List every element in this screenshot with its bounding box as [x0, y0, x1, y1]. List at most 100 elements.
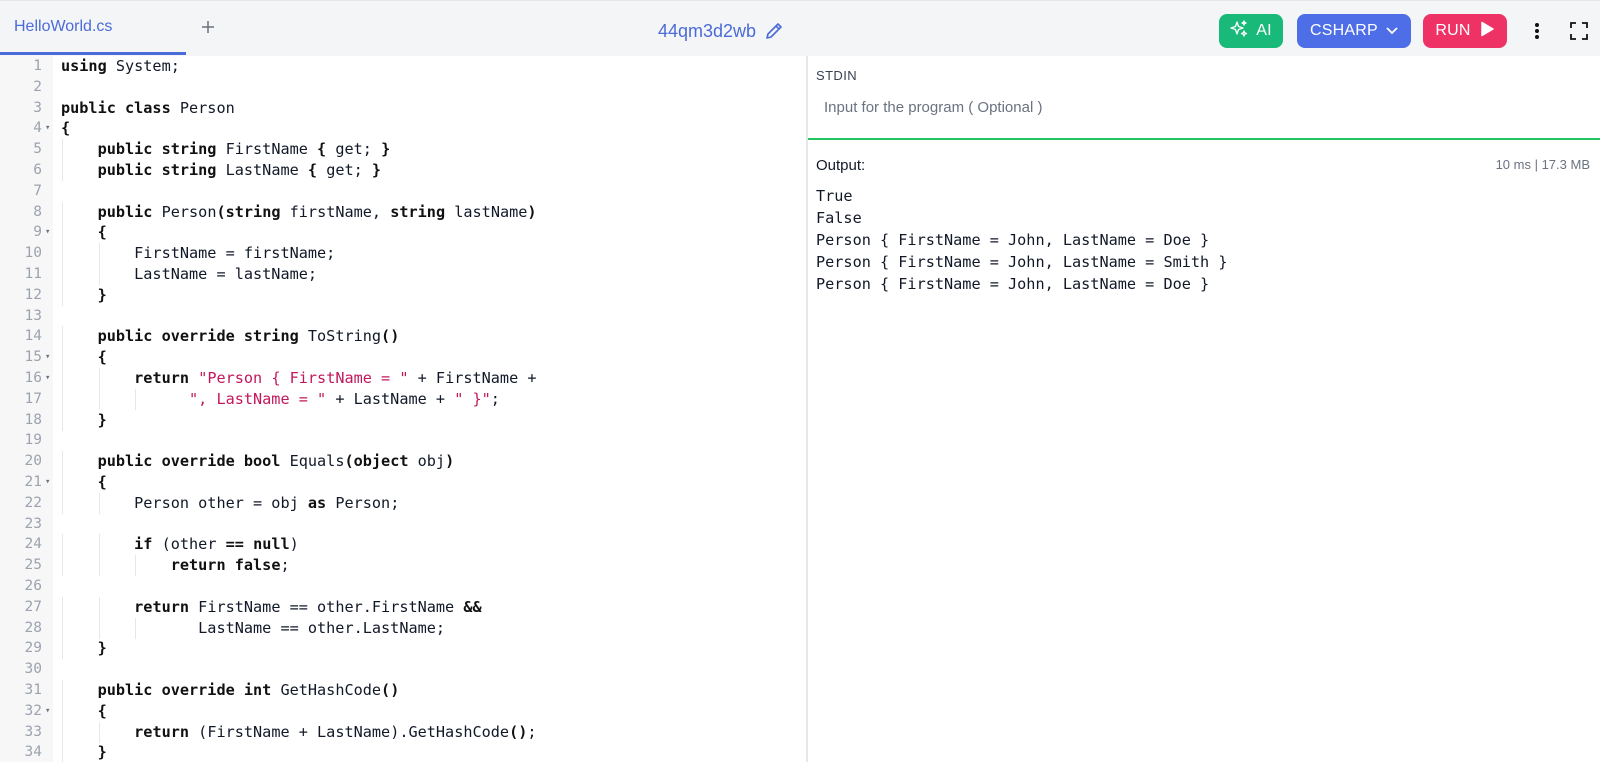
stdin-label: STDIN: [816, 68, 857, 83]
code-text: public string LastName { get; }: [61, 160, 382, 181]
output-line: Person { FirstName = John, LastName = Do…: [816, 231, 1210, 249]
code-line[interactable]: 29 }: [0, 638, 806, 660]
code-keyword: ): [445, 452, 455, 471]
output-line: False: [816, 209, 862, 227]
code-line[interactable]: 5 public string FirstName { get; }: [0, 139, 806, 161]
code-line[interactable]: 13: [0, 306, 806, 327]
code-text: }: [61, 638, 107, 659]
code-keyword: }: [381, 140, 391, 159]
code-token: (FirstName + LastName).GetHashCode: [189, 722, 510, 741]
line-number: 14: [24, 328, 42, 345]
code-line[interactable]: 34 }: [0, 742, 806, 762]
code-text: {: [61, 701, 107, 722]
code-token: ;: [490, 389, 500, 408]
fold-arrow-icon[interactable]: ▾: [45, 472, 53, 493]
code-token: GetHashCode: [271, 681, 382, 699]
code-line[interactable]: 10 FirstName = firstName;: [0, 243, 806, 265]
code-text: return "Person { FirstName = " + FirstNa…: [61, 368, 536, 389]
code-line[interactable]: 3 public class Person: [0, 98, 806, 119]
plus-icon[interactable]: [196, 15, 220, 39]
fold-arrow-icon[interactable]: ▾: [45, 701, 53, 722]
code-line[interactable]: 25 return false;: [0, 555, 806, 577]
code-token: + LastName +: [326, 389, 455, 408]
run-button[interactable]: RUN: [1423, 14, 1507, 48]
project-name[interactable]: 44qm3d2wb: [658, 21, 756, 42]
line-number: 18: [24, 411, 42, 428]
code-line[interactable]: 33 return (FirstName + LastName).GetHash…: [0, 721, 806, 743]
code-line[interactable]: 12 }: [0, 284, 806, 306]
language-select[interactable]: CSHARP: [1297, 14, 1411, 48]
code-text: }: [61, 285, 107, 306]
code-text: {: [61, 118, 70, 139]
pencil-icon[interactable]: [764, 21, 784, 41]
code-token: Person: [170, 98, 235, 117]
fold-arrow-icon[interactable]: ▾: [45, 118, 53, 139]
code-line[interactable]: 14 public override string ToString(): [0, 326, 806, 348]
code-line[interactable]: 20 public override bool Equals(object ob…: [0, 451, 806, 473]
code-text: ", LastName = " + LastName + " }";: [61, 389, 500, 410]
code-keyword: {: [317, 140, 327, 159]
code-line[interactable]: 26: [0, 576, 806, 597]
code-line[interactable]: 7: [0, 181, 806, 202]
code-line[interactable]: 8 public Person(string firstName, string…: [0, 201, 806, 223]
code-token: ): [289, 535, 299, 554]
code-line[interactable]: 9 ▾ {: [0, 222, 806, 244]
code-line[interactable]: 6 public string LastName { get; }: [0, 160, 806, 181]
project-title: 44qm3d2wb: [658, 15, 784, 47]
ai-label: AI: [1256, 22, 1272, 39]
code-line[interactable]: 4 ▾ {: [0, 118, 806, 139]
code-string: "Person { FirstName = ": [198, 369, 409, 387]
code-line[interactable]: 17 ", LastName = " + LastName + " }";: [0, 388, 806, 410]
code-area[interactable]: 1 using System; 2 3 public class Person 4 ▾{5 …: [0, 56, 806, 762]
code-line[interactable]: 23: [0, 514, 806, 535]
code-line[interactable]: 27 return FirstName == other.FirstName &…: [0, 596, 806, 618]
fold-arrow-icon[interactable]: ▾: [45, 222, 53, 243]
code-text: using System;: [61, 56, 180, 77]
code-line[interactable]: 21 ▾ {: [0, 472, 806, 493]
line-number: 19: [24, 432, 42, 449]
ai-button[interactable]: AI: [1219, 14, 1283, 48]
code-keyword: public string: [97, 161, 217, 179]
line-number: 8: [33, 203, 42, 220]
code-text: public class Person: [61, 98, 235, 119]
stdin-input[interactable]: [822, 92, 1586, 122]
language-label: CSHARP: [1310, 22, 1378, 39]
code-line[interactable]: 30: [0, 659, 806, 680]
code-line[interactable]: 19: [0, 430, 806, 451]
code-token: get;: [317, 161, 372, 179]
line-number: 2: [33, 78, 42, 95]
code-token: firstName,: [280, 202, 391, 221]
code-line[interactable]: 24 if (other == null): [0, 534, 806, 556]
code-line[interactable]: 16 ▾ return "Person { FirstName = " + Fir…: [0, 368, 806, 389]
code-line[interactable]: 18 }: [0, 409, 806, 431]
line-number: 28: [24, 619, 42, 636]
code-line[interactable]: 2: [0, 77, 806, 98]
fold-arrow-icon[interactable]: ▾: [45, 347, 53, 368]
top-bar: HelloWorld.cs 44qm3d2wb AI CSHARP RUN: [0, 0, 1600, 57]
tab-helloworld[interactable]: HelloWorld.cs: [0, 1, 186, 55]
line-number: 5: [33, 141, 42, 158]
fullscreen-icon[interactable]: [1569, 20, 1589, 42]
more-options-icon[interactable]: [1527, 20, 1547, 42]
line-number: 25: [24, 557, 42, 574]
line-number: 33: [24, 723, 42, 740]
code-keyword: return: [134, 369, 190, 387]
code-line[interactable]: 31 public override int GetHashCode(): [0, 680, 806, 701]
fold-arrow-icon[interactable]: ▾: [45, 368, 53, 389]
sparkle-icon: [1230, 19, 1248, 43]
code-editor[interactable]: 1 using System; 2 3 public class Person 4 ▾{5 …: [0, 56, 806, 762]
code-line[interactable]: 1 using System;: [0, 56, 806, 77]
code-line[interactable]: 28 LastName == other.LastName;: [0, 617, 806, 639]
code-line[interactable]: 22 Person other = obj as Person;: [0, 492, 806, 514]
code-line[interactable]: 11 LastName = lastName;: [0, 264, 806, 285]
app-window: HelloWorld.cs 44qm3d2wb AI CSHARP RUN 1 …: [0, 0, 1600, 764]
code-line[interactable]: 15 ▾ {: [0, 347, 806, 369]
code-line[interactable]: 32 ▾ {: [0, 700, 806, 722]
